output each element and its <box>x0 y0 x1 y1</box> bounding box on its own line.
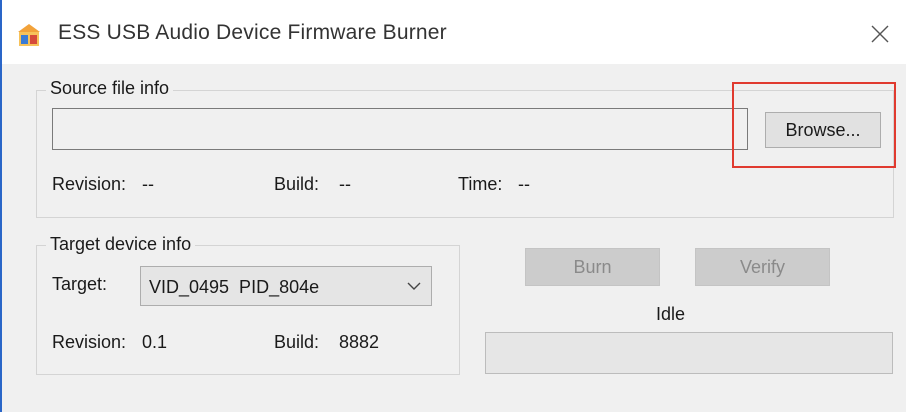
source-path-field[interactable] <box>52 108 748 150</box>
status-text: Idle <box>656 304 686 324</box>
target-revision-label: Revision: <box>52 332 127 352</box>
target-select[interactable]: VID_0495 PID_804e <box>140 266 432 306</box>
source-file-legend: Source file info <box>46 78 174 99</box>
firmware-burner-window: ESS USB Audio Device Firmware Burner Sou… <box>0 0 906 412</box>
target-revision-value: 0.1 <box>142 332 168 352</box>
burn-button[interactable]: Burn <box>525 248 660 286</box>
target-label: Target: <box>52 274 108 294</box>
highlight-box <box>732 82 896 168</box>
chevron-down-icon <box>407 282 421 290</box>
target-select-value: VID_0495 PID_804e <box>149 277 320 297</box>
app-icon <box>18 24 40 46</box>
source-revision-label: Revision: <box>52 174 127 194</box>
source-time-value: -- <box>518 174 530 194</box>
close-button[interactable] <box>860 14 900 54</box>
verify-button[interactable]: Verify <box>695 248 830 286</box>
title-bar: ESS USB Audio Device Firmware Burner <box>2 0 906 64</box>
target-build-label: Build: <box>274 332 320 352</box>
target-build-value: 8882 <box>339 332 380 352</box>
source-build-label: Build: <box>274 174 320 194</box>
close-icon <box>871 25 889 43</box>
source-revision-value: -- <box>142 174 154 194</box>
source-time-label: Time: <box>458 174 503 194</box>
window-title: ESS USB Audio Device Firmware Burner <box>58 21 447 44</box>
target-device-legend: Target device info <box>46 234 196 255</box>
progress-bar <box>485 332 893 374</box>
source-build-value: -- <box>339 174 351 194</box>
target-device-group <box>36 245 460 375</box>
